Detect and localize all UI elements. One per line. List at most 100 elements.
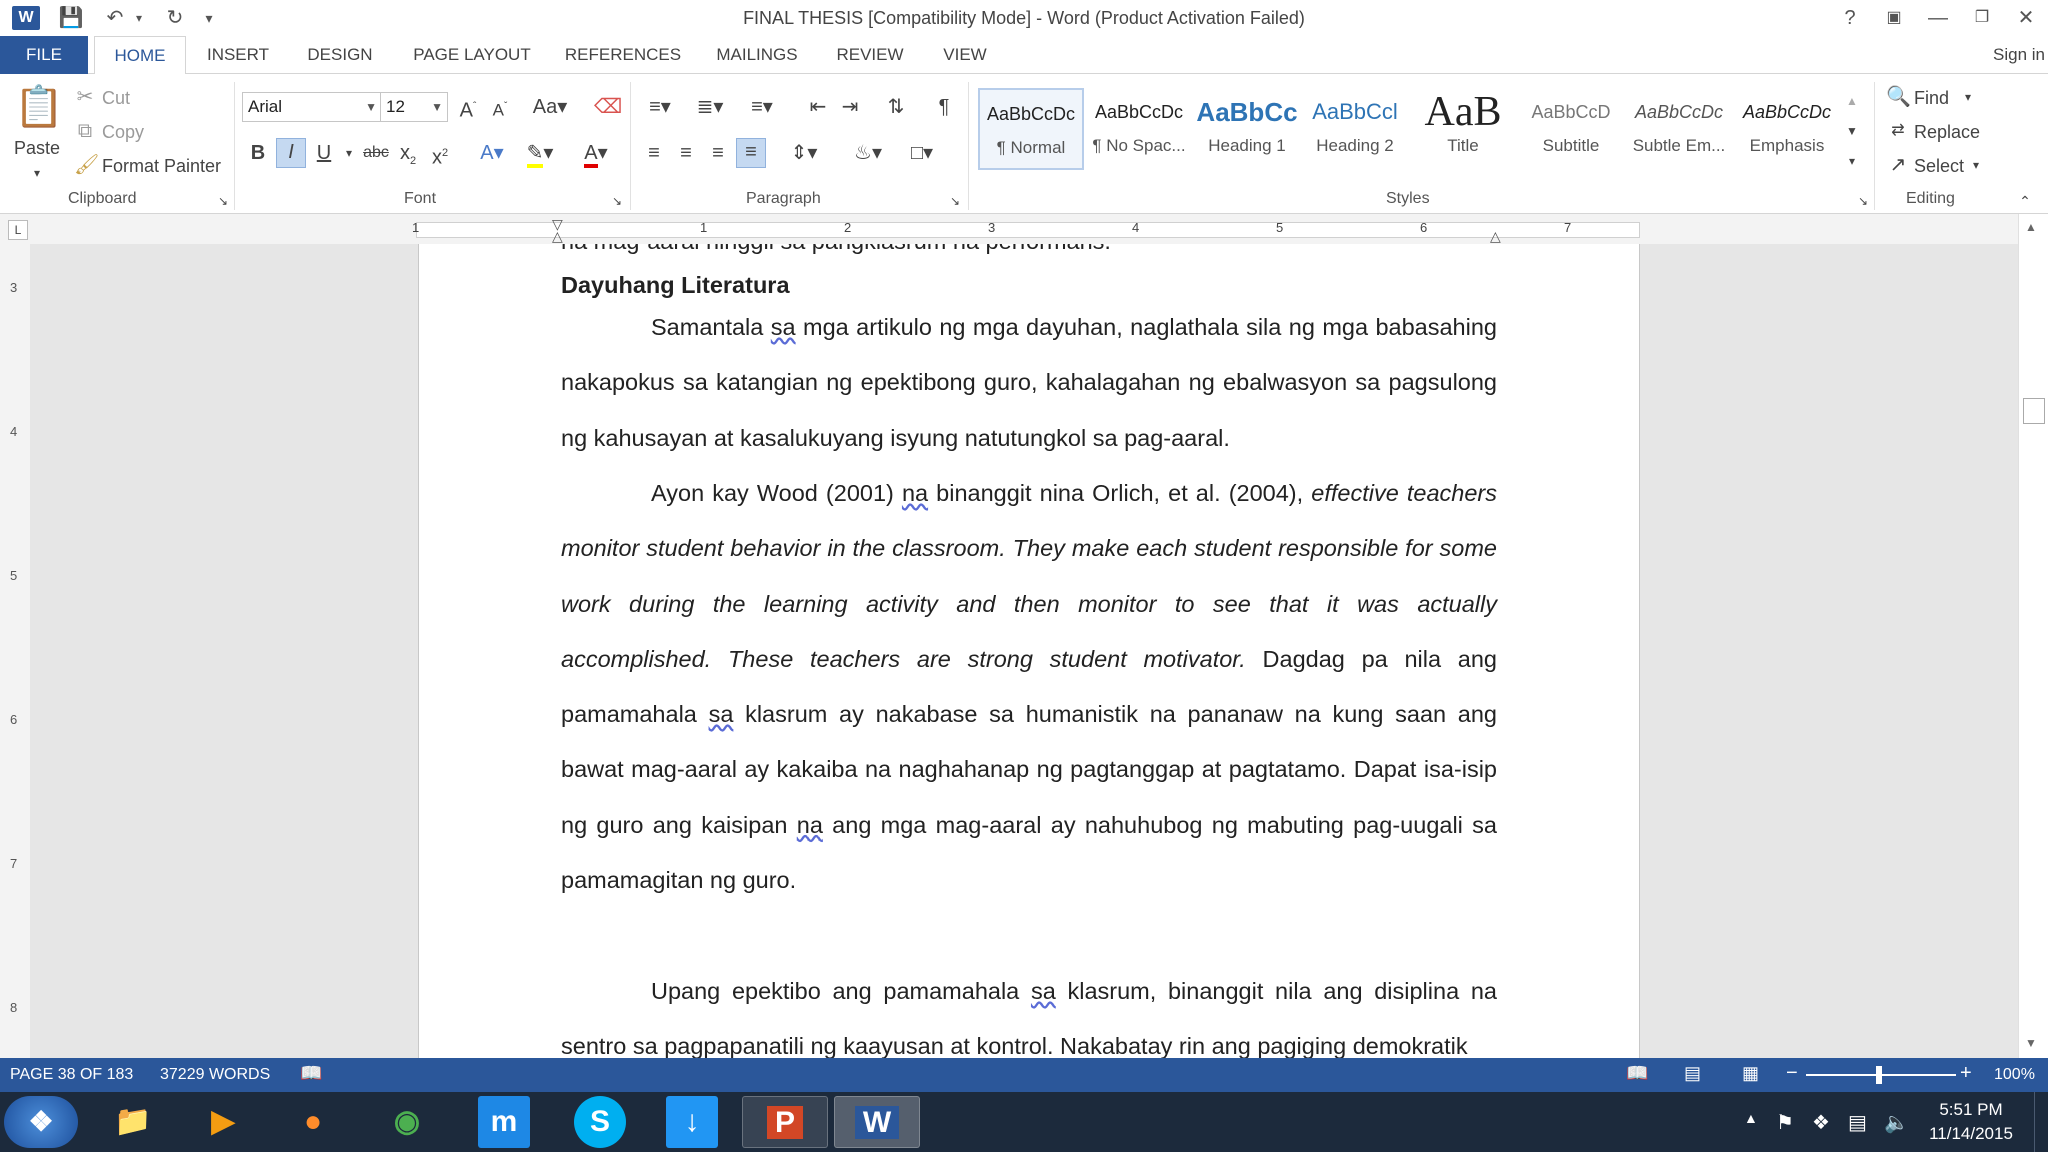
style-heading-2[interactable]: AaBbCcl Heading 2	[1302, 88, 1408, 170]
style-subtitle[interactable]: AaBbCcD Subtitle	[1518, 88, 1624, 170]
zoom-slider-thumb[interactable]	[1876, 1066, 1882, 1084]
grow-font-icon[interactable]: Aˆ	[456, 94, 480, 124]
hanging-indent-marker[interactable]: △	[552, 228, 563, 245]
tab-insert[interactable]: INSERT	[196, 36, 280, 74]
restore-button[interactable]: ❐	[1962, 4, 2002, 32]
media-player-icon[interactable]: ▶	[180, 1096, 266, 1148]
scroll-up-icon[interactable]: ▲	[2025, 220, 2037, 234]
style-heading-1[interactable]: AaBbCc Heading 1	[1194, 88, 1300, 170]
font-launcher-icon[interactable]: ↘	[610, 188, 624, 214]
minimize-button[interactable]: —	[1918, 4, 1958, 32]
format-painter-icon[interactable]: 🖌	[74, 152, 99, 178]
tab-view[interactable]: VIEW	[930, 36, 1000, 74]
multilevel-list-icon[interactable]: ≡▾	[740, 94, 784, 120]
align-left-icon[interactable]: ≡	[640, 140, 668, 166]
tab-mailings[interactable]: MAILINGS	[704, 36, 810, 74]
paragraph-1[interactable]: Samantala sa mga artikulo ng mga dayuhan…	[561, 300, 1497, 466]
text-effects-icon[interactable]: A▾	[474, 140, 510, 166]
italic-button[interactable]: I	[276, 138, 306, 168]
font-color-icon[interactable]: A▾	[576, 140, 616, 168]
paste-icon[interactable]: 📋	[14, 84, 64, 130]
vertical-scrollbar[interactable]: ▲ ▼	[2018, 214, 2048, 1058]
replace-icon[interactable]: ⇄	[1886, 118, 1910, 144]
strikethrough-button[interactable]: abc	[360, 140, 392, 166]
clipboard-launcher-icon[interactable]: ↘	[216, 188, 230, 214]
network-icon[interactable]: ▤	[1848, 1110, 1867, 1135]
underline-button[interactable]: U	[310, 140, 338, 166]
print-layout-icon[interactable]: ▤	[1684, 1063, 1701, 1084]
paragraph-2[interactable]: Ayon kay Wood (2001) na binanggit nina O…	[561, 466, 1497, 908]
borders-icon[interactable]: □▾	[900, 140, 944, 166]
highlight-color-icon[interactable]: ✎▾	[520, 140, 560, 168]
styles-scroll-down-icon[interactable]: ▼	[1842, 118, 1862, 144]
underline-dropdown-icon[interactable]: ▾	[342, 140, 356, 166]
shrink-font-icon[interactable]: Aˇ	[488, 94, 512, 124]
help-button[interactable]: ?	[1830, 4, 1870, 32]
spelling-flag[interactable]: sa	[709, 701, 734, 727]
align-right-icon[interactable]: ≡	[704, 140, 732, 166]
copy-button[interactable]: Copy	[102, 120, 144, 144]
format-painter-button[interactable]: Format Painter	[102, 154, 221, 178]
powerpoint-icon[interactable]: P	[742, 1096, 828, 1148]
bold-button[interactable]: B	[244, 140, 272, 166]
tab-page-layout[interactable]: PAGE LAYOUT	[402, 36, 542, 74]
tab-selector-icon[interactable]: L	[8, 220, 28, 240]
web-layout-icon[interactable]: ▦	[1742, 1063, 1759, 1084]
increase-indent-icon[interactable]: ⇥	[836, 94, 864, 120]
style-title[interactable]: AaB Title	[1410, 88, 1516, 170]
word-taskbar-icon[interactable]: W	[834, 1096, 920, 1148]
skype-icon[interactable]: S	[574, 1096, 626, 1148]
explorer-icon[interactable]: 📁	[90, 1096, 176, 1148]
find-button[interactable]: Find	[1914, 86, 1949, 110]
page-count[interactable]: PAGE 38 OF 183	[10, 1066, 133, 1084]
spelling-flag[interactable]: na	[797, 812, 823, 838]
select-dropdown-icon[interactable]: ▾	[1968, 152, 1984, 178]
sort-icon[interactable]: ⇅	[882, 94, 910, 120]
shading-icon[interactable]: ♨▾	[846, 140, 890, 166]
tab-references[interactable]: REFERENCES	[558, 36, 688, 74]
sign-in-link[interactable]: Sign in	[1990, 36, 2048, 74]
cut-icon[interactable]: ✂	[74, 84, 96, 110]
numbering-icon[interactable]: ≣▾	[690, 94, 730, 120]
collapse-ribbon-icon[interactable]: ⌃	[2014, 188, 2036, 214]
copy-icon[interactable]: ⧉	[74, 118, 96, 144]
style-no-spacing[interactable]: AaBbCcDc ¶ No Spac...	[1086, 88, 1192, 170]
scroll-thumb[interactable]	[2023, 398, 2045, 424]
start-button[interactable]: ❖	[4, 1096, 78, 1148]
select-button[interactable]: Select	[1914, 154, 1964, 178]
tab-review[interactable]: REVIEW	[830, 36, 910, 74]
flag-icon[interactable]: ⚑	[1776, 1110, 1794, 1135]
word-count[interactable]: 37229 WORDS	[160, 1066, 270, 1084]
document-area[interactable]: na mag-aaral hinggil sa pangklasrum na p…	[30, 244, 2018, 1058]
line-spacing-icon[interactable]: ⇕▾	[782, 140, 826, 166]
zoom-out-button[interactable]: −	[1786, 1062, 1798, 1085]
spelling-flag[interactable]: sa	[771, 314, 796, 340]
volume-icon[interactable]: 🔈	[1884, 1110, 1909, 1135]
scroll-down-icon[interactable]: ▼	[2025, 1036, 2037, 1050]
chrome-icon[interactable]: ◉	[364, 1096, 450, 1148]
subscript-button[interactable]: x2	[396, 140, 420, 174]
find-dropdown-icon[interactable]: ▾	[1960, 84, 1976, 110]
vertical-ruler[interactable]: 3 4 5 6 7 8	[0, 244, 30, 1058]
spelling-flag[interactable]: sa	[1031, 978, 1056, 1004]
zoom-level[interactable]: 100%	[1994, 1066, 2035, 1084]
paragraph-3[interactable]: Upang epektibo ang pamamahala sa klasrum…	[561, 964, 1497, 1058]
align-center-icon[interactable]: ≡	[672, 140, 700, 166]
show-hidden-icons[interactable]: ▲	[1744, 1110, 1758, 1126]
decrease-indent-icon[interactable]: ⇤	[804, 94, 832, 120]
clock-time[interactable]: 5:51 PM	[1916, 1100, 2026, 1120]
style-subtle-emphasis[interactable]: AaBbCcDc Subtle Em...	[1626, 88, 1732, 170]
clear-formatting-icon[interactable]: ⌫	[594, 94, 622, 120]
cut-button[interactable]: Cut	[102, 86, 130, 110]
justify-icon[interactable]: ≡	[736, 138, 766, 168]
proofing-icon[interactable]: 📖	[300, 1063, 322, 1084]
select-cursor-icon[interactable]: ↗	[1886, 152, 1910, 178]
styles-launcher-icon[interactable]: ↘	[1856, 188, 1870, 214]
paste-dropdown-icon[interactable]: ▾	[28, 160, 46, 186]
page[interactable]: na mag-aaral hinggil sa pangklasrum na p…	[418, 244, 1640, 1058]
superscript-button[interactable]: x2	[428, 140, 452, 171]
horizontal-ruler[interactable]: L 1 1 2 3 4 5 6 7 ▽ △ △	[0, 214, 2048, 244]
styles-scroll-up-icon[interactable]: ▲	[1842, 88, 1862, 114]
paragraph-launcher-icon[interactable]: ↘	[948, 188, 962, 214]
style-emphasis[interactable]: AaBbCcDc Emphasis	[1734, 88, 1840, 170]
